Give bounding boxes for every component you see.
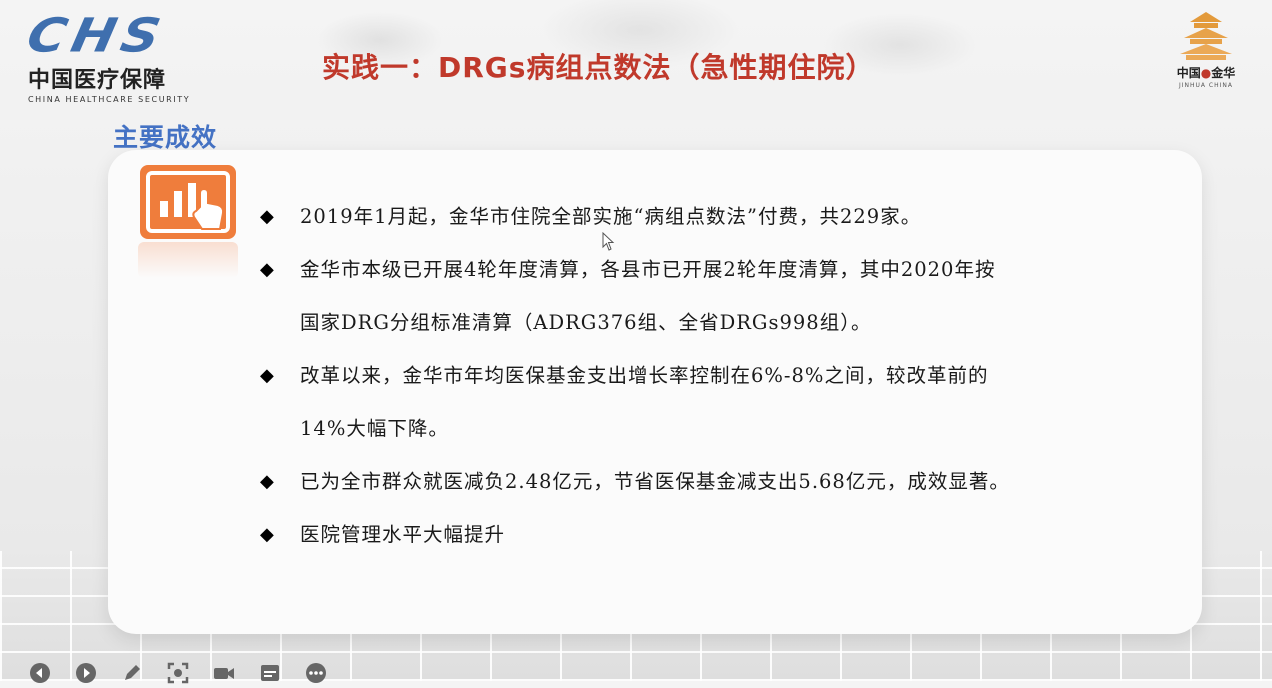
icon-reflection [138,242,238,278]
bullet-text: 改革以来，金华市年均医保基金支出增长率控制在6%-8%之间，较改革前的 [300,364,989,387]
bullet-item-1: ◆ 2019年1月起，金华市住院全部实施“病组点数法”付费，共229家。 [260,190,1140,243]
bullet-text: 已为全市群众就医减负2.48亿元，节省医保基金减支出5.68亿元，成效显著。 [300,470,1010,493]
jinhua-pagoda-icon [1180,12,1232,60]
bullet-diamond-icon: ◆ [260,206,275,227]
jinhua-logo-cn: 中国●金华 [1176,66,1236,80]
bullet-text-cont: 国家DRG分组标准清算（ADRG376组、全省DRGs998组）。 [300,311,872,334]
bullet-list: ◆ 2019年1月起，金华市住院全部实施“病组点数法”付费，共229家。 ◆ 金… [260,190,1140,561]
bullet-diamond-icon: ◆ [260,524,275,545]
chs-logo-cn: 中国医疗保障 [28,68,167,93]
mouse-cursor-icon [602,232,615,251]
subtitle-icon[interactable] [258,661,282,685]
more-icon[interactable] [304,661,328,685]
slide-title: 实践一：DRGs病组点数法（急性期住院） [322,51,875,84]
prev-icon[interactable] [28,661,52,685]
bullet-diamond-icon: ◆ [260,259,275,280]
bullet-item-5: ◆ 医院管理水平大幅提升 [260,508,1140,561]
chart-touch-icon [138,163,238,241]
jinhua-logo-dot: ● [1200,66,1212,80]
jinhua-logo: 中国●金华 JINHUA CHINA [1160,10,1252,94]
camera-icon[interactable] [212,661,236,685]
next-icon[interactable] [74,661,98,685]
bullet-text: 金华市本级已开展4轮年度清算，各县市已开展2轮年度清算，其中2020年按 [300,258,996,281]
bullet-item-2: ◆ 金华市本级已开展4轮年度清算，各县市已开展2轮年度清算，其中2020年按 国… [260,243,1140,349]
bullet-text-cont: 14%大幅下降。 [300,417,449,440]
bullet-text: 医院管理水平大幅提升 [300,523,506,546]
focus-icon[interactable] [166,661,190,685]
presentation-toolbar [28,658,328,688]
chs-logo-mark: CHS [22,9,171,64]
bullet-diamond-icon: ◆ [260,365,275,386]
bullet-item-4: ◆ 已为全市群众就医减负2.48亿元，节省医保基金减支出5.68亿元，成效显著。 [260,455,1140,508]
bullet-text: 2019年1月起，金华市住院全部实施“病组点数法”付费，共229家。 [300,205,922,228]
pen-icon[interactable] [120,661,144,685]
chs-logo-en: CHINA HEALTHCARE SECURITY [28,95,191,104]
section-title: 主要成效 [113,123,218,152]
bullet-item-3: ◆ 改革以来，金华市年均医保基金支出增长率控制在6%-8%之间，较改革前的 14… [260,349,1140,455]
jinhua-logo-en: JINHUA CHINA [1178,82,1233,89]
chs-logo: CHS 中国医疗保障 CHINA HEALTHCARE SECURITY [22,9,228,104]
bullet-diamond-icon: ◆ [260,471,275,492]
